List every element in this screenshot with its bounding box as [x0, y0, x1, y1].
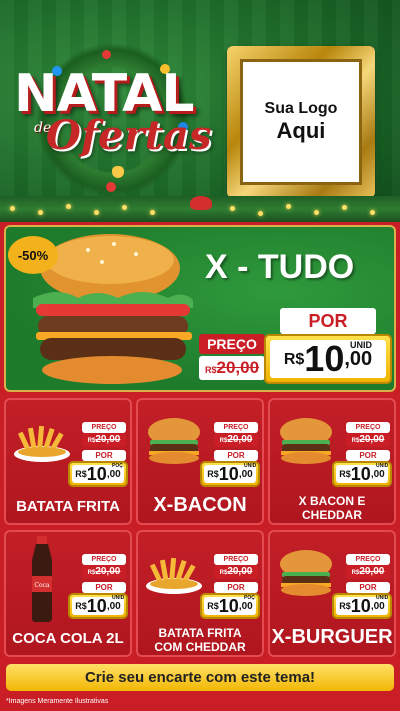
product-name: X-BURGUER: [271, 626, 393, 648]
preco-label: PREÇO: [346, 422, 390, 433]
old-price-value: 20,00: [216, 358, 260, 377]
old-price: R$20,00: [82, 565, 126, 579]
preco-label: PREÇO: [346, 554, 390, 565]
currency-label: R$: [207, 469, 219, 479]
featured-unit-label: UNID: [350, 340, 372, 350]
preco-label: PREÇO: [214, 554, 258, 565]
product-card[interactable]: PREÇO R$20,00 POR R$ 10,00 UNID X-BURGUER: [268, 530, 396, 657]
product-card[interactable]: PREÇO R$20,00 POR R$ 10,00 POÇ BATATA FRITA COM…: [136, 530, 264, 657]
unit-label: POÇ: [244, 595, 255, 601]
currency-label: R$: [75, 469, 87, 479]
preco-label: PREÇO: [214, 422, 258, 433]
price-decimal: ,00: [106, 469, 121, 480]
old-price-value: 20,00: [227, 434, 253, 445]
product-name-line-2: CHEDDAR: [302, 508, 362, 522]
product-name-line-1: X BACON E: [298, 494, 366, 508]
por-label: POR: [82, 450, 126, 461]
unit-label: POÇ: [112, 463, 123, 469]
bow-icon: [190, 196, 212, 210]
por-label: POR: [346, 582, 390, 593]
discount-badge: -50%: [8, 236, 58, 274]
bauble-icon: [106, 182, 116, 192]
old-price: R$20,00: [346, 433, 390, 447]
preco-label: PREÇO: [82, 554, 126, 565]
product-name-line-1: BATATA FRITA: [158, 626, 242, 640]
header-banner: NATAL de Ofertas Sua Logo Aqui: [0, 0, 400, 222]
product-name: X-BACON: [153, 494, 247, 516]
currency-label: R$: [75, 601, 87, 611]
cta-banner[interactable]: Crie seu encarte com este tema!: [6, 664, 394, 691]
preco-label: PREÇO: [82, 422, 126, 433]
disclaimer-text: *Imagens Meramente Ilustrativas: [6, 698, 109, 705]
unit-label: UNID: [376, 463, 389, 469]
price-decimal: ,00: [106, 601, 121, 612]
old-price-value: 20,00: [359, 434, 385, 445]
currency-label: R$: [207, 601, 219, 611]
product-card[interactable]: PREÇO R$20,00 POR R$ 10,00 UNID X BACON E CHEDD…: [268, 398, 396, 525]
price-decimal: ,00: [344, 348, 373, 370]
price-integer: 10: [218, 595, 239, 616]
currency-label: R$: [339, 469, 351, 479]
featured-price: R$ 10 ,00: [264, 334, 392, 384]
product-card[interactable]: Coca PREÇO R$20,00 POR R$ 10,00 UNID COCA COLA …: [4, 530, 132, 657]
product-name: COCA COLA 2L: [12, 630, 124, 647]
por-label: POR: [214, 582, 258, 593]
burger-icon: [276, 414, 336, 466]
fries-icon: [12, 414, 72, 466]
currency-label: R$: [283, 351, 305, 368]
por-label: POR: [82, 582, 126, 593]
por-label: POR: [346, 450, 390, 461]
currency-label: R$: [204, 365, 217, 375]
featured-por-label: POR: [280, 308, 376, 334]
burger-icon: [276, 546, 336, 598]
burger-icon: [144, 414, 204, 466]
price-integer: 10: [304, 338, 345, 379]
soda-bottle-icon: Coca: [22, 536, 62, 622]
unit-label: UNID: [112, 595, 125, 601]
title-ofertas: Ofertas: [46, 112, 212, 159]
price-decimal: ,00: [238, 469, 253, 480]
old-price: R$20,00: [214, 565, 258, 579]
logo-frame: Sua Logo Aqui: [227, 46, 375, 198]
currency-label: R$: [339, 601, 351, 611]
price-integer: 10: [86, 463, 107, 484]
price-decimal: ,00: [370, 469, 385, 480]
old-price: R$20,00: [214, 433, 258, 447]
old-price-value: 20,00: [95, 566, 121, 577]
unit-label: UNID: [244, 463, 257, 469]
price-integer: 10: [218, 463, 239, 484]
featured-old-price: R$20,00: [199, 356, 265, 380]
old-price: R$20,00: [82, 433, 126, 447]
price-integer: 10: [86, 595, 107, 616]
fries-icon: [144, 546, 204, 598]
logo-line-2: Aqui: [276, 118, 326, 143]
old-price: R$20,00: [346, 565, 390, 579]
bell-icon: [112, 166, 124, 178]
price-integer: 10: [350, 595, 371, 616]
price-decimal: ,00: [238, 601, 253, 612]
featured-product-name: X - TUDO: [205, 248, 355, 286]
price-integer: 10: [350, 463, 371, 484]
product-card[interactable]: PREÇO R$20,00 POR R$ 10,00 POÇ BATATA FRITA: [4, 398, 132, 525]
logo-line-1: Sua Logo: [264, 100, 338, 117]
old-price-value: 20,00: [95, 434, 121, 445]
old-price-value: 20,00: [359, 566, 385, 577]
old-price-value: 20,00: [227, 566, 253, 577]
price-decimal: ,00: [370, 601, 385, 612]
logo-placeholder: Sua Logo Aqui: [240, 59, 362, 185]
bauble-icon: [102, 50, 111, 59]
product-name: BATATA FRITA: [16, 498, 120, 515]
garland-icon: [0, 196, 400, 222]
unit-label: UNID: [376, 595, 389, 601]
svg-text:Coca: Coca: [34, 582, 50, 589]
featured-preco-label: PREÇO: [199, 334, 265, 354]
product-card[interactable]: PREÇO R$20,00 POR R$ 10,00 UNID X-BACON: [136, 398, 264, 525]
por-label: POR: [214, 450, 258, 461]
product-name-line-2: COM CHEDDAR: [154, 640, 246, 654]
